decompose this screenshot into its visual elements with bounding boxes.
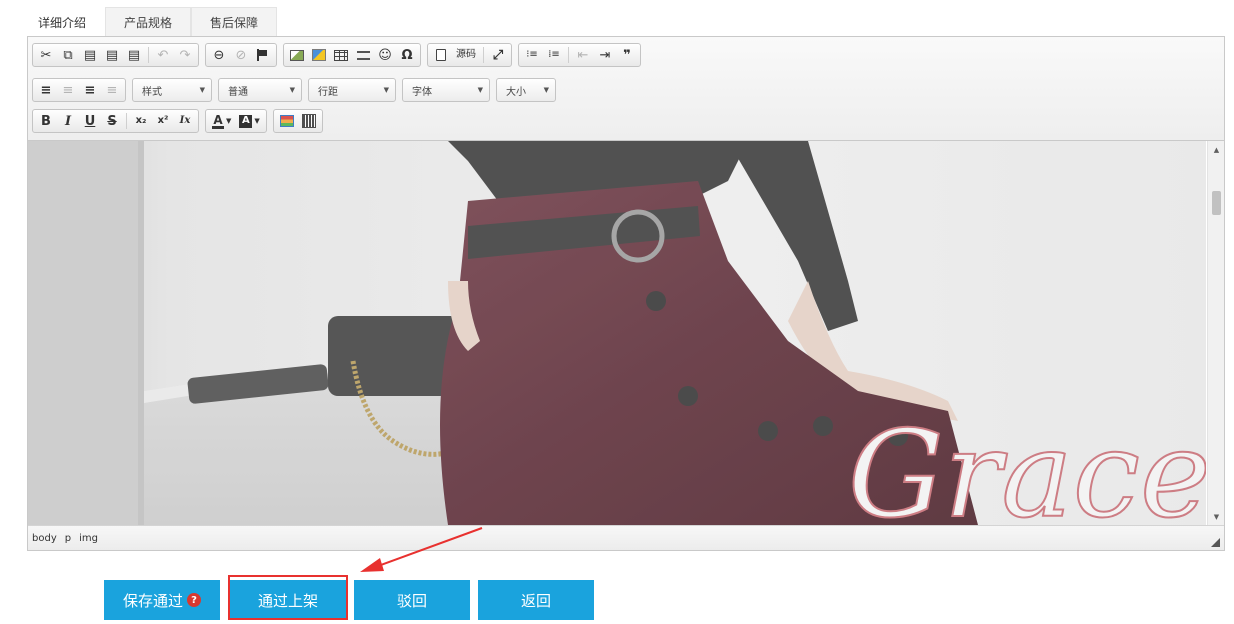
help-icon[interactable]: ? — [187, 593, 201, 607]
reject-button[interactable]: 驳回 — [354, 580, 470, 620]
save-pass-button[interactable]: 保存通过 ? — [104, 580, 220, 620]
back-button[interactable]: 返回 — [478, 580, 594, 620]
save-pass-label: 保存通过 — [122, 591, 183, 610]
reject-label: 驳回 — [396, 591, 427, 610]
action-bar: 保存通过 ? 通过上架 驳回 返回 — [0, 580, 1234, 620]
back-label: 返回 — [520, 591, 551, 610]
highlight-box — [228, 575, 348, 620]
annotation-arrow — [360, 527, 483, 572]
